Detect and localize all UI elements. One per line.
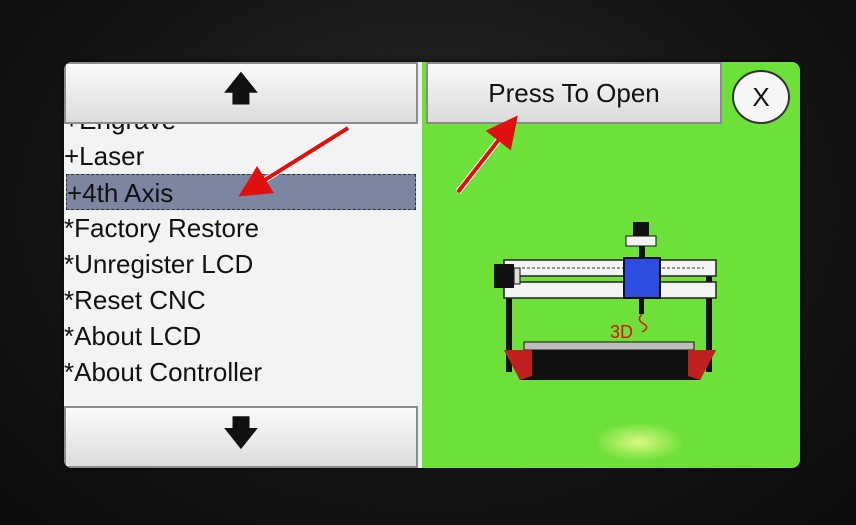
annotation-arrow-left [238, 126, 350, 197]
annotation-arrows [238, 115, 518, 197]
annotation-arrow-right [456, 115, 518, 194]
